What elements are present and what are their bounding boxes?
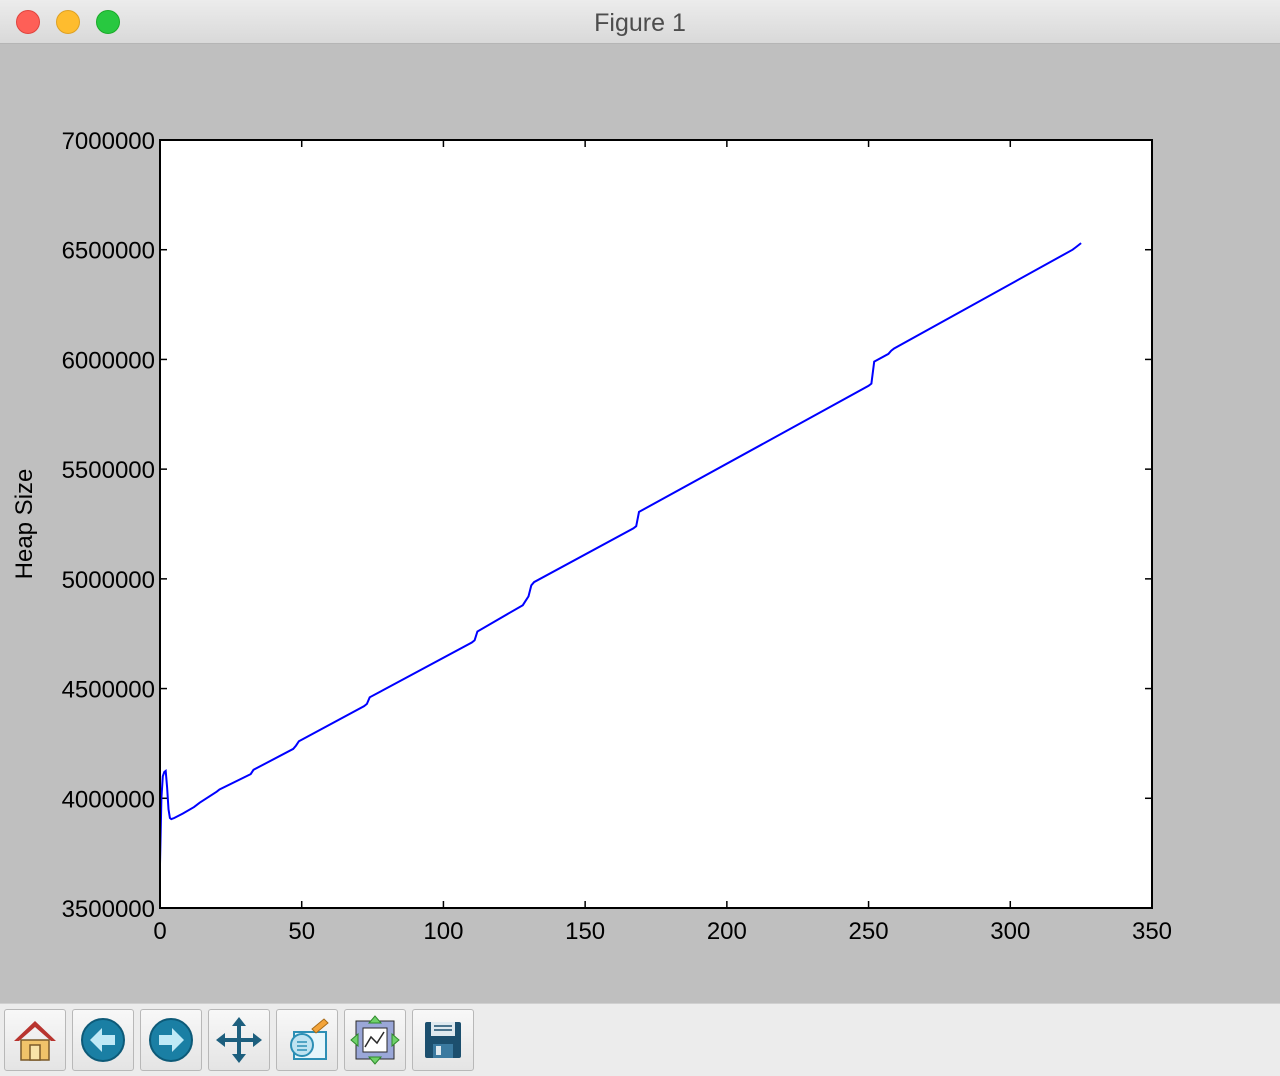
zoom-button[interactable] bbox=[276, 1009, 338, 1071]
y-tick-label: 7000000 bbox=[62, 128, 155, 155]
y-tick-label: 5500000 bbox=[62, 457, 155, 484]
navigation-toolbar bbox=[0, 1003, 1280, 1076]
y-tick-label: 4500000 bbox=[62, 677, 155, 704]
x-tick-label: 200 bbox=[707, 918, 747, 945]
home-button[interactable] bbox=[4, 1009, 66, 1071]
y-tick-label: 6500000 bbox=[62, 238, 155, 265]
forward-button[interactable] bbox=[140, 1009, 202, 1071]
x-tick-label: 150 bbox=[565, 918, 605, 945]
home-icon bbox=[14, 1021, 56, 1061]
axes-background bbox=[160, 140, 1152, 908]
y-tick-label: 4000000 bbox=[62, 786, 155, 813]
y-tick-label: 5000000 bbox=[62, 567, 155, 594]
line-chart: 0 50 100 150 200 250 300 350 3500000 4000000 45000… bbox=[11, 128, 1172, 945]
x-tick-label: 350 bbox=[1132, 918, 1172, 945]
x-tick-label: 300 bbox=[990, 918, 1030, 945]
pan-button[interactable] bbox=[208, 1009, 270, 1071]
back-arrow-icon bbox=[81, 1018, 125, 1062]
x-tick-label: 100 bbox=[423, 918, 463, 945]
subplots-config-icon bbox=[350, 1015, 400, 1065]
save-button[interactable] bbox=[412, 1009, 474, 1071]
zoom-rect-icon bbox=[290, 1018, 329, 1060]
y-tick-label: 3500000 bbox=[62, 896, 155, 923]
window-titlebar: Figure 1 bbox=[0, 0, 1280, 44]
x-tick-label: 250 bbox=[849, 918, 889, 945]
x-tick-label: 0 bbox=[153, 918, 166, 945]
figure-canvas[interactable]: 0 50 100 150 200 250 300 350 3500000 4000000 45000… bbox=[0, 44, 1280, 1003]
window-title: Figure 1 bbox=[594, 9, 686, 37]
subplots-button[interactable] bbox=[344, 1009, 406, 1071]
back-button[interactable] bbox=[72, 1009, 134, 1071]
y-axis-label: Heap Size bbox=[11, 469, 38, 580]
x-tick-label: 50 bbox=[288, 918, 315, 945]
save-floppy-icon bbox=[425, 1022, 461, 1058]
forward-arrow-icon bbox=[149, 1018, 193, 1062]
pan-move-icon bbox=[216, 1017, 262, 1063]
y-tick-label: 6000000 bbox=[62, 347, 155, 374]
